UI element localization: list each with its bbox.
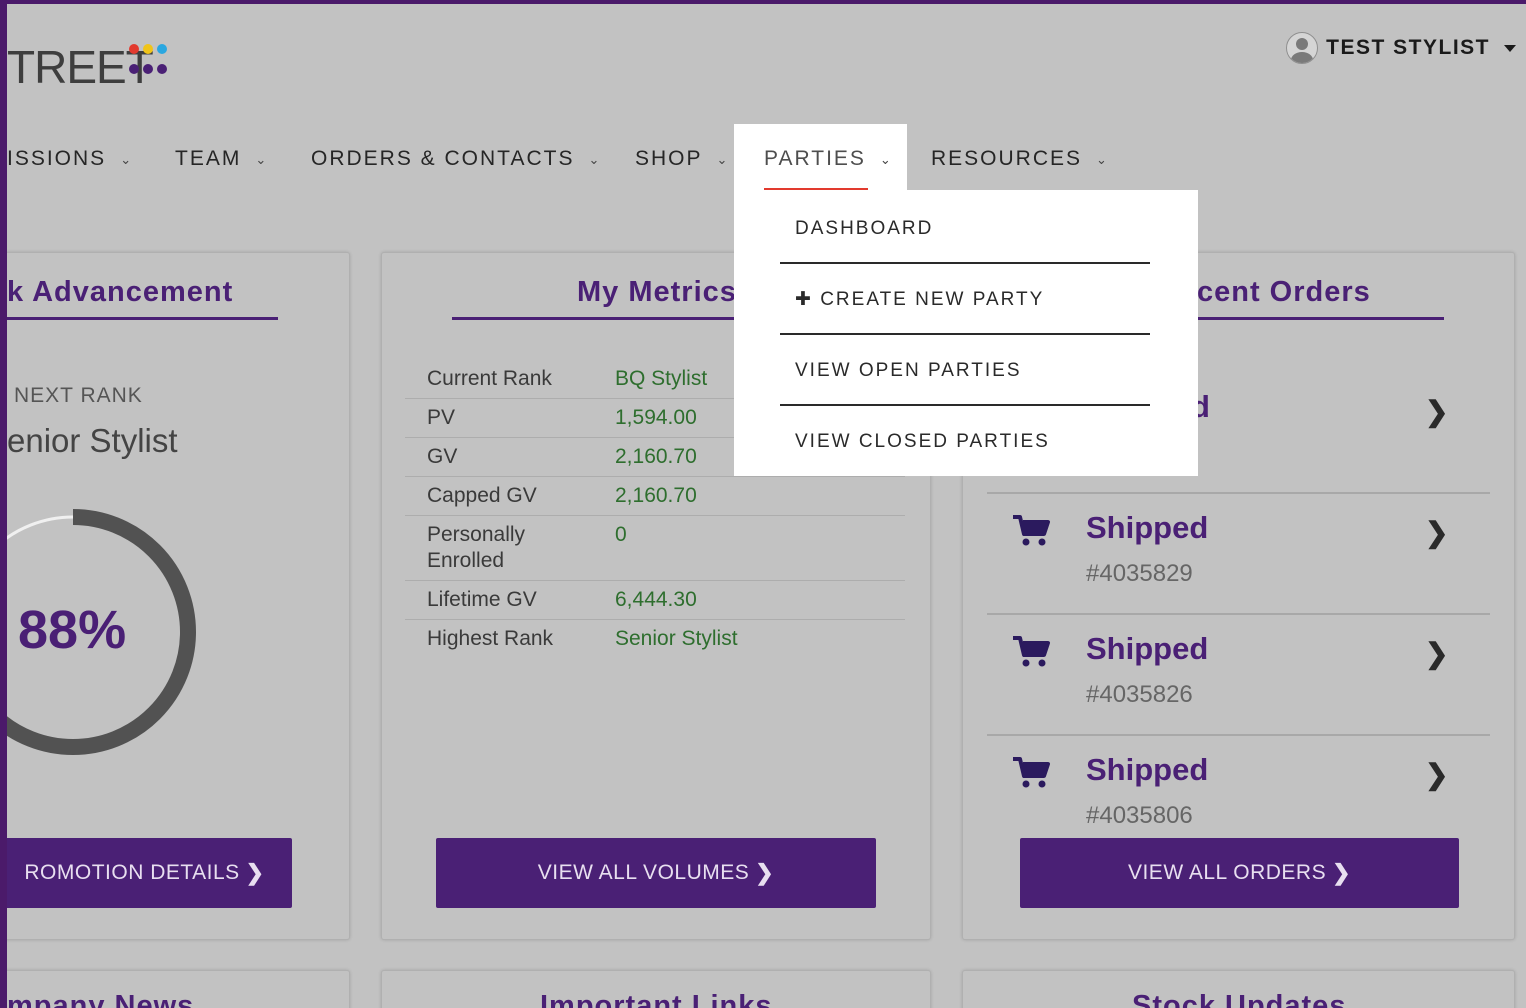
- title-underline: [7, 317, 278, 320]
- table-row: Highest Rank Senior Stylist: [405, 619, 905, 658]
- metric-label: Lifetime GV: [427, 588, 537, 611]
- logo-dot: [157, 64, 167, 74]
- menu-item-view-open-parties[interactable]: VIEW OPEN PARTIES: [780, 335, 1150, 406]
- order-number: #4035826: [1086, 681, 1193, 708]
- metric-value: Senior Stylist: [615, 627, 738, 650]
- avatar-icon: [1286, 32, 1319, 64]
- company-news-title: mpany News: [7, 990, 195, 1008]
- next-rank-value: enior Stylist: [7, 422, 178, 459]
- button-label: VIEW ALL ORDERS: [1127, 861, 1327, 884]
- nav-item-team[interactable]: TEAM ⌄: [175, 124, 268, 194]
- metric-label: Capped GV: [427, 484, 537, 507]
- user-name: TEST STYLIST: [1326, 36, 1490, 59]
- chevron-right-icon[interactable]: ❯: [1425, 516, 1448, 549]
- chevron-right-icon: ❯: [755, 860, 775, 885]
- next-rank-label: NEXT RANK: [14, 384, 143, 407]
- important-links-title: Important Links: [540, 990, 773, 1008]
- metric-value: 2,160.70: [615, 484, 697, 507]
- user-menu[interactable]: TEST STYLIST: [1286, 32, 1516, 64]
- view-all-orders-button[interactable]: VIEW ALL ORDERS ❯: [1020, 838, 1459, 908]
- chevron-down-icon: ⌄: [1096, 152, 1109, 167]
- progress-percent: 88%: [18, 600, 127, 660]
- table-row: Capped GV 2,160.70: [405, 476, 905, 515]
- title-underline: [1197, 317, 1444, 320]
- nav-item-parties[interactable]: PARTIES ⌄: [734, 124, 907, 194]
- nav-item-shop[interactable]: SHOP ⌄: [635, 124, 729, 194]
- nav-item-label: ISSIONS: [7, 147, 107, 170]
- metric-label: Personally Enrolled: [427, 523, 526, 572]
- chevron-down-icon: ⌄: [120, 152, 134, 167]
- menu-item-dashboard[interactable]: DASHBOARD: [780, 193, 1150, 264]
- logo-dot: [129, 64, 139, 74]
- table-row: Personally Enrolled 0: [405, 515, 905, 580]
- recent-orders-title: cent Orders: [1197, 276, 1371, 308]
- chevron-right-icon: ❯: [245, 860, 265, 885]
- chevron-right-icon[interactable]: ❯: [1425, 395, 1448, 428]
- button-label: VIEW ALL VOLUMES: [537, 861, 750, 884]
- metric-value: 0: [615, 523, 627, 546]
- view-all-volumes-button[interactable]: VIEW ALL VOLUMES ❯: [436, 838, 876, 908]
- promotion-details-button[interactable]: ROMOTION DETAILS ❯: [7, 838, 292, 908]
- button-label: ROMOTION DETAILS: [24, 861, 240, 884]
- logo-dot: [129, 44, 139, 54]
- rank-advancement-title: k Advancement: [7, 276, 234, 308]
- app-screen: TREET TEST STYLIST ISSIONS ⌄ TEAM ⌄ ORDE…: [7, 4, 1526, 1008]
- nav-item-orders-contacts[interactable]: ORDERS & CONTACTS ⌄: [311, 124, 601, 194]
- chevron-down-icon: ⌄: [255, 152, 269, 167]
- chevron-down-icon: ⌄: [588, 152, 602, 167]
- nav-item-label: TEAM: [175, 147, 242, 170]
- my-metrics-title: My Metrics: [577, 276, 737, 308]
- chevron-right-icon: ❯: [1332, 860, 1352, 885]
- title-underline: [452, 317, 742, 320]
- menu-item-view-closed-parties[interactable]: VIEW CLOSED PARTIES: [780, 406, 1150, 477]
- nav-item-resources[interactable]: RESOURCES ⌄: [931, 124, 1109, 194]
- nav-item-label: PARTIES: [764, 147, 866, 170]
- caret-down-icon: [1504, 44, 1516, 52]
- list-item[interactable]: Shipped #4035829 ❯: [987, 494, 1490, 614]
- logo-dots-icon: [129, 42, 179, 78]
- list-item[interactable]: Shipped #4035826 ❯: [987, 615, 1490, 735]
- menu-item-create-new-party[interactable]: ✚ CREATE NEW PARTY: [780, 264, 1150, 335]
- nav-item-missions[interactable]: ISSIONS ⌄: [7, 124, 133, 194]
- order-number: #4035829: [1086, 560, 1193, 587]
- chevron-down-icon: ⌄: [879, 152, 893, 167]
- chevron-right-icon[interactable]: ❯: [1425, 758, 1448, 791]
- chevron-right-icon[interactable]: ❯: [1425, 637, 1448, 670]
- cart-icon: [1013, 636, 1050, 667]
- metric-value: 6,444.30: [615, 588, 697, 611]
- parties-dropdown-menu: DASHBOARD ✚ CREATE NEW PARTY VIEW OPEN P…: [734, 190, 1198, 476]
- nav-item-label: RESOURCES: [931, 147, 1083, 170]
- nav-item-label: SHOP: [635, 147, 703, 170]
- logo-dot: [157, 44, 167, 54]
- metric-label: PV: [427, 406, 456, 429]
- order-status: Shipped: [1086, 752, 1209, 787]
- order-number: #4035806: [1086, 802, 1193, 829]
- metric-label: Current Rank: [427, 367, 552, 390]
- logo-dot: [143, 44, 153, 54]
- stock-updates-title: Stock Updates: [1132, 990, 1347, 1008]
- order-status: Shipped: [1086, 631, 1209, 666]
- cart-icon: [1013, 515, 1050, 546]
- metric-label: GV: [427, 445, 458, 468]
- metric-label: Highest Rank: [427, 627, 554, 650]
- logo-dot: [143, 64, 153, 74]
- cart-icon: [1013, 757, 1050, 788]
- order-status: Shipped: [1086, 510, 1209, 545]
- chevron-down-icon: ⌄: [716, 152, 730, 167]
- nav-item-label: ORDERS & CONTACTS: [311, 147, 575, 170]
- table-row: Lifetime GV 6,444.30: [405, 580, 905, 619]
